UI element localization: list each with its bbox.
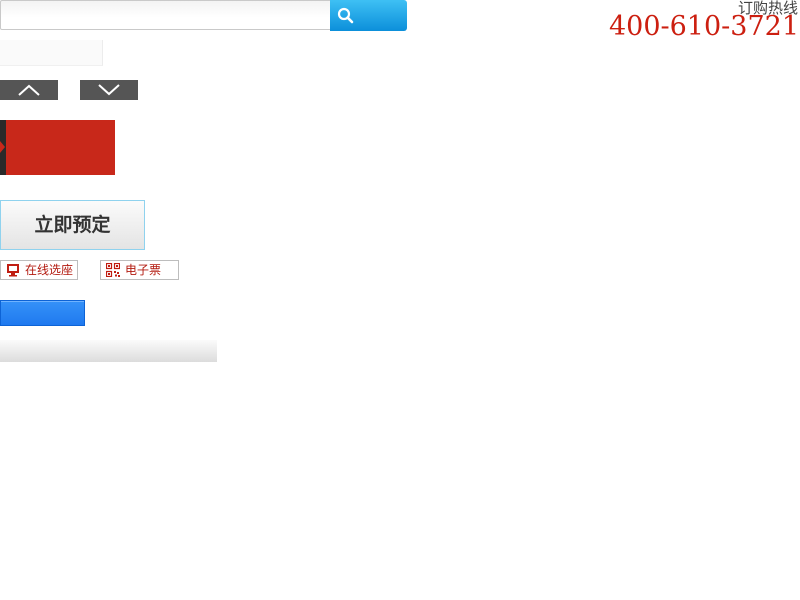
red-tag: [0, 120, 115, 175]
chevron-up-icon: [18, 84, 40, 96]
red-tag-notch: [0, 141, 5, 153]
e-ticket-button[interactable]: 电子票: [100, 260, 179, 280]
search-input[interactable]: [0, 0, 332, 30]
qr-code-icon: [105, 262, 121, 282]
search-button[interactable]: [330, 0, 407, 31]
online-seat-selection-label: 在线选座: [25, 263, 74, 277]
chevron-down-icon: [98, 84, 120, 96]
search-icon: [337, 7, 354, 24]
blank-panel: [0, 40, 103, 66]
online-seat-selection-button[interactable]: 在线选座: [0, 260, 78, 280]
blue-action-button[interactable]: [0, 300, 85, 326]
book-now-button[interactable]: 立即预定: [0, 200, 145, 250]
e-ticket-label: 电子票: [125, 263, 162, 277]
hotline-number: 400-610-3721: [608, 11, 799, 42]
scroll-down-button[interactable]: [80, 80, 138, 100]
gradient-bar: [0, 340, 217, 362]
scroll-up-button[interactable]: [0, 80, 58, 100]
monitor-icon: [6, 263, 20, 282]
